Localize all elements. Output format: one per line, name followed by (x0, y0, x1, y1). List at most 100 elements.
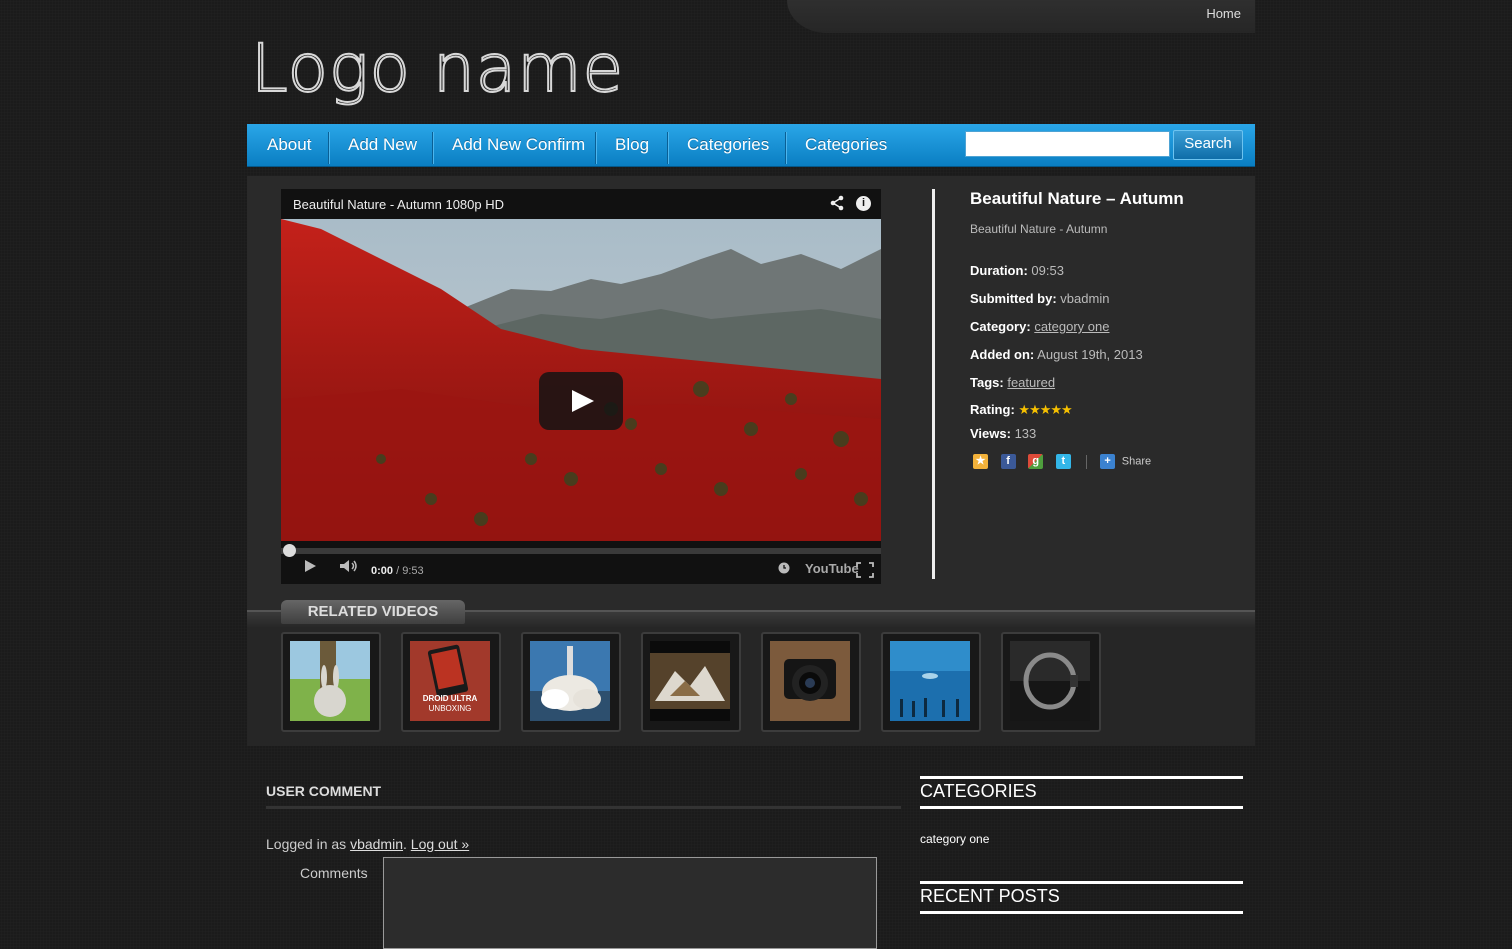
category-link[interactable]: category one (1034, 319, 1109, 334)
logout-link[interactable]: Log out » (411, 836, 469, 852)
video-panel: Beautiful Nature - Autumn 1080p HD i 0:0… (247, 176, 1255, 610)
comments-label: Comments (300, 865, 368, 881)
nav-separator (667, 132, 668, 164)
categories-top-rule (920, 776, 1243, 779)
snow-scene-thumbnail[interactable] (650, 641, 730, 721)
user-comment-heading: USER COMMENT (266, 783, 382, 799)
star-icon[interactable]: ★ (1050, 402, 1062, 417)
submitted-label: Submitted by: (970, 291, 1057, 306)
nav-categories[interactable]: Categories (687, 124, 769, 166)
recent-posts-heading: RECENT POSTS (920, 886, 1060, 906)
categories-bottom-rule (920, 806, 1243, 809)
current-time: 0:00 (371, 565, 394, 577)
player-title[interactable]: Beautiful Nature - Autumn 1080p HD (293, 197, 504, 212)
related-thumb-4[interactable] (641, 632, 741, 732)
star-icon[interactable]: ★ (1061, 402, 1073, 417)
recent-top-rule (920, 881, 1243, 884)
main-nav: About Add New Add New Confirm Blog Categ… (247, 124, 1255, 167)
rocket-launch-thumbnail[interactable] (530, 641, 610, 721)
video-details: Beautiful Nature – Autumn Beautiful Natu… (970, 189, 1250, 470)
rabbit-thumbnail[interactable] (290, 641, 370, 721)
star-icon[interactable]: ★ (1018, 402, 1030, 417)
related-thumb-7[interactable] (1001, 632, 1101, 732)
phone-unboxing-thumbnail[interactable]: DROID ULTRA UNBOXING (410, 641, 490, 721)
added-label: Added on: (970, 347, 1035, 362)
submitted-row: Submitted by: vbadmin (970, 291, 1109, 306)
logged-prefix: Logged in as (266, 836, 347, 852)
video-frame[interactable] (281, 219, 881, 541)
youtube-logo[interactable]: YouTube (805, 561, 859, 576)
submitted-value: vbadmin (1060, 291, 1110, 306)
search-button[interactable]: Search (1173, 130, 1243, 160)
related-thumb-3[interactable] (521, 632, 621, 732)
added-row: Added on: August 19th, 2013 (970, 347, 1143, 362)
logged-in-text: Logged in as vbadmin. Log out » (266, 836, 469, 852)
vertical-divider (932, 189, 935, 579)
favorite-icon[interactable]: ★ (973, 454, 988, 470)
duration-row: Duration: 09:53 (970, 263, 1064, 278)
thumb-caption-2: UNBOXING (429, 704, 472, 713)
related-thumb-5[interactable] (761, 632, 861, 732)
duration-value: 09:53 (1031, 263, 1064, 278)
comment-textarea[interactable] (383, 857, 877, 949)
page: Home Logo name About Add New Add New Con… (247, 0, 1255, 949)
star-icon[interactable]: ★ (1040, 402, 1052, 417)
video-player[interactable]: Beautiful Nature - Autumn 1080p HD i 0:0… (281, 189, 881, 584)
info-icon[interactable]: i (856, 196, 871, 211)
comment-divider (266, 806, 901, 809)
fullscreen-icon[interactable] (856, 562, 874, 581)
wristband-thumbnail[interactable] (1010, 641, 1090, 721)
share-plus-icon[interactable]: + (1100, 454, 1116, 470)
volume-icon[interactable] (339, 559, 359, 576)
rating-stars[interactable]: ★★★★★ (1018, 402, 1073, 417)
share-link[interactable]: Share (1122, 456, 1151, 468)
related-thumb-2[interactable]: DROID ULTRA UNBOXING (401, 632, 501, 732)
progress-bar[interactable] (281, 548, 881, 554)
related-videos: RELATED VIDEOS DROID ULTRA UNBOXING (247, 600, 1255, 746)
top-bar: Home (787, 0, 1255, 33)
search-input[interactable] (965, 131, 1170, 157)
site-logo[interactable]: Logo name (250, 29, 624, 108)
play-overlay-button[interactable] (539, 372, 623, 430)
nav-about[interactable]: About (267, 124, 311, 166)
nav-add-new[interactable]: Add New (348, 124, 417, 166)
home-link[interactable]: Home (1206, 6, 1241, 21)
user-link[interactable]: vbadmin (350, 836, 403, 852)
share-row: ★ f g t + Share (973, 453, 1151, 470)
nav-separator (328, 132, 329, 164)
nav-blog[interactable]: Blog (615, 124, 649, 166)
total-duration: / 9:53 (396, 565, 424, 577)
nav-separator (595, 132, 596, 164)
google-icon[interactable]: g (1028, 454, 1044, 470)
categories-heading: CATEGORIES (920, 781, 1037, 801)
twitter-icon[interactable]: t (1055, 454, 1071, 470)
nav-categories-2[interactable]: Categories (805, 124, 887, 166)
tag-link[interactable]: featured (1007, 375, 1055, 390)
related-thumb-6[interactable] (881, 632, 981, 732)
rating-row: Rating: ★★★★★ (970, 402, 1073, 418)
nav-separator (785, 132, 786, 164)
related-thumb-1[interactable] (281, 632, 381, 732)
tags-label: Tags: (970, 375, 1004, 390)
progress-handle[interactable] (283, 544, 296, 557)
play-icon[interactable] (303, 559, 317, 576)
views-row: Views: 133 (970, 426, 1036, 441)
nav-separator (432, 132, 433, 164)
star-icon[interactable]: ★ (1029, 402, 1041, 417)
aquarium-thumbnail[interactable] (890, 641, 970, 721)
camera-thumbnail[interactable] (770, 641, 850, 721)
nav-add-new-confirm[interactable]: Add New Confirm (452, 124, 585, 166)
duration-label: Duration: (970, 263, 1028, 278)
time-display: 0:00 / 9:53 (371, 565, 424, 577)
sidebar-category-link[interactable]: category one (920, 832, 989, 846)
clock-icon[interactable] (778, 562, 790, 577)
facebook-icon[interactable]: f (1000, 454, 1016, 470)
logged-sep: . (403, 836, 407, 852)
views-label: Views: (970, 426, 1011, 441)
share-separator (1085, 454, 1087, 469)
views-value: 133 (1014, 426, 1037, 441)
video-subtitle: Beautiful Nature - Autumn (970, 222, 1108, 236)
tags-row: Tags: featured (970, 375, 1055, 390)
share-icon[interactable] (829, 195, 845, 216)
related-heading: RELATED VIDEOS (281, 600, 465, 624)
